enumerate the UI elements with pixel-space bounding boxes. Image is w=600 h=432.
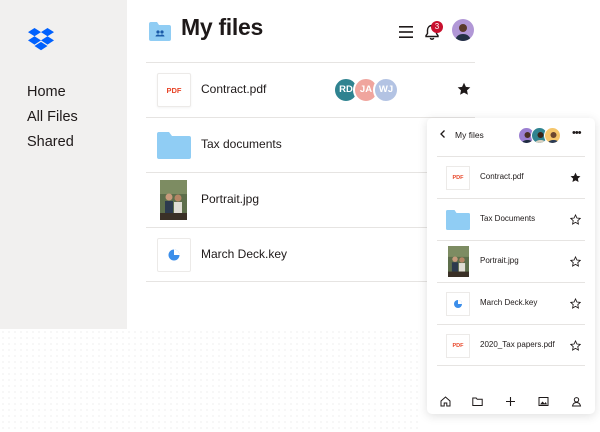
file-name[interactable]: March Deck.key xyxy=(480,298,537,307)
plus-icon[interactable] xyxy=(505,396,516,407)
sidebar-nav: Home All Files Shared xyxy=(27,80,78,155)
mobile-title: My files xyxy=(455,130,484,140)
user-avatar[interactable] xyxy=(452,19,474,41)
shared-avatar: WJ xyxy=(373,77,399,103)
pdf-label: PDF xyxy=(452,175,464,181)
file-name[interactable]: Portrait.jpg xyxy=(480,256,519,265)
file-name[interactable]: Tax documents xyxy=(201,137,282,151)
folder-icon[interactable] xyxy=(472,396,483,407)
mobile-file-row[interactable]: Tax Documents xyxy=(437,198,585,240)
avatar xyxy=(544,127,561,144)
shared-folder-icon xyxy=(149,22,171,41)
pdf-file-icon: PDF xyxy=(446,334,470,358)
sidebar-item-all-files[interactable]: All Files xyxy=(27,105,78,130)
pdf-file-icon: PDF xyxy=(157,73,191,107)
file-row[interactable]: Tax documents xyxy=(146,117,475,172)
sidebar: Home All Files Shared xyxy=(0,0,127,329)
account-icon[interactable] xyxy=(571,396,582,407)
back-arrow-icon[interactable] xyxy=(438,129,448,139)
mobile-file-row[interactable]: March Deck.key xyxy=(437,282,585,324)
mobile-file-row[interactable]: Portrait.jpg xyxy=(437,240,585,282)
file-row[interactable]: March Deck.key xyxy=(146,227,475,282)
star-filled-icon[interactable] xyxy=(457,82,471,96)
star-outline-icon[interactable] xyxy=(570,256,581,267)
file-row[interactable]: Portrait.jpg xyxy=(146,172,475,227)
image-thumbnail xyxy=(448,246,469,277)
star-outline-icon[interactable] xyxy=(570,214,581,225)
file-name[interactable]: Portrait.jpg xyxy=(201,192,259,206)
mobile-file-row[interactable]: PDF Contract.pdf xyxy=(437,156,585,198)
folder-icon xyxy=(157,132,191,159)
pdf-label: PDF xyxy=(166,86,182,95)
person-icon xyxy=(455,24,471,41)
star-filled-icon[interactable] xyxy=(570,172,581,183)
dotted-background xyxy=(0,329,420,432)
sidebar-item-shared[interactable]: Shared xyxy=(27,130,78,155)
page-title: My files xyxy=(181,14,263,40)
folder-icon xyxy=(446,210,470,230)
dropbox-logo-icon[interactable] xyxy=(28,27,54,53)
file-name[interactable]: March Deck.key xyxy=(201,247,287,261)
pdf-file-icon: PDF xyxy=(446,166,470,190)
file-name[interactable]: Contract.pdf xyxy=(201,82,266,96)
mobile-tab-bar xyxy=(427,390,595,414)
pdf-label: PDF xyxy=(452,343,464,349)
image-thumbnail xyxy=(160,180,187,220)
mobile-preview: My files ••• PDF Contract.pdf Tax Docume… xyxy=(427,118,595,414)
star-outline-icon[interactable] xyxy=(570,340,581,351)
file-name[interactable]: Contract.pdf xyxy=(480,172,524,181)
star-outline-icon[interactable] xyxy=(570,298,581,309)
file-name[interactable]: 2020_Tax papers.pdf xyxy=(480,340,555,349)
list-view-icon[interactable] xyxy=(399,26,413,38)
file-row[interactable]: PDF Contract.pdf RD JA WJ xyxy=(146,62,475,117)
keynote-file-icon xyxy=(157,238,191,272)
mobile-file-list: PDF Contract.pdf Tax Documents Portrait.… xyxy=(437,156,585,366)
file-list: PDF Contract.pdf RD JA WJ Tax documents xyxy=(146,62,475,282)
keynote-file-icon xyxy=(446,292,470,316)
more-options-icon[interactable]: ••• xyxy=(572,127,582,139)
sidebar-item-home[interactable]: Home xyxy=(27,80,78,105)
file-name[interactable]: Tax Documents xyxy=(480,214,535,223)
home-icon[interactable] xyxy=(440,396,451,407)
photos-icon[interactable] xyxy=(538,396,549,407)
mobile-file-row[interactable]: PDF 2020_Tax papers.pdf xyxy=(437,324,585,366)
dropbox-app: Home All Files Shared My files 3 PDF Con… xyxy=(0,0,600,432)
notification-badge: 3 xyxy=(431,21,443,33)
